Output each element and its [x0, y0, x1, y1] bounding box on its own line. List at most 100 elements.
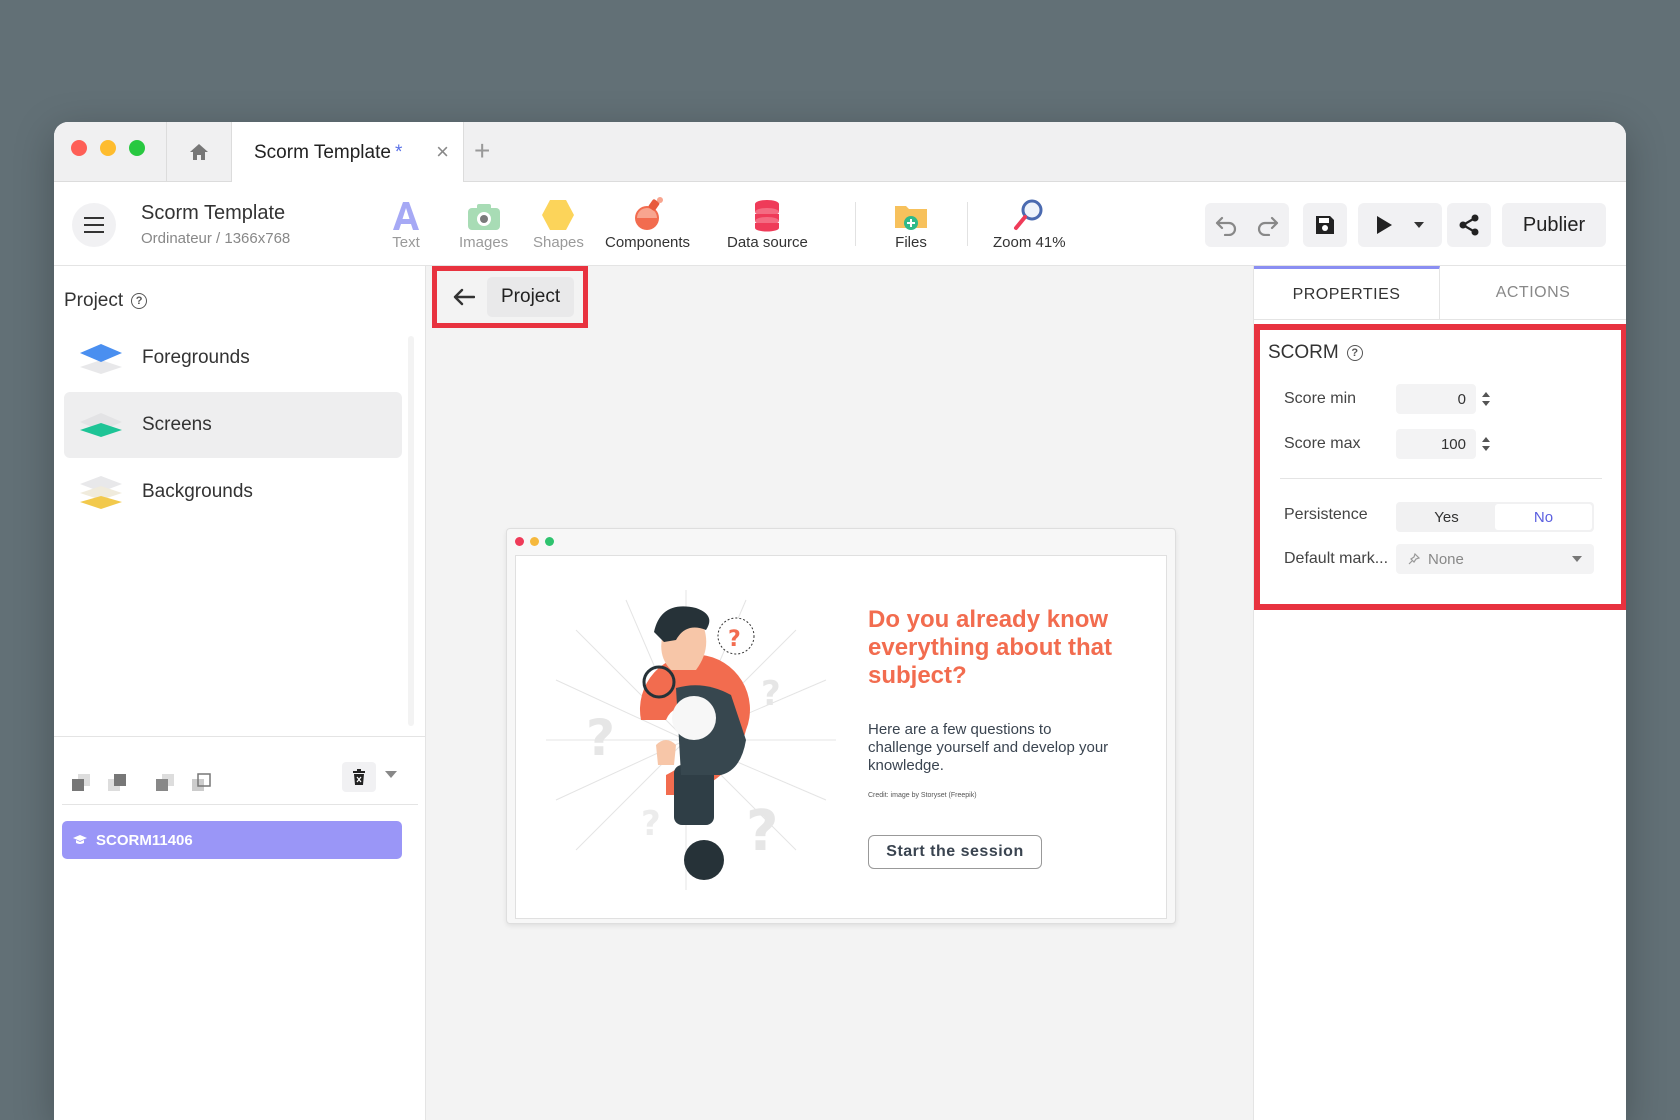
thinking-person-illustration: ? ? ? ? ? — [546, 590, 836, 890]
project-navigation: Project — [432, 266, 588, 328]
undo-icon[interactable] — [1214, 214, 1238, 236]
graduation-cap-icon — [73, 835, 87, 844]
chevron-down-icon[interactable] — [1413, 221, 1425, 229]
panel-title: Project ? — [64, 290, 148, 312]
text-tool[interactable]: Text — [392, 196, 420, 251]
maximize-window-button[interactable] — [129, 140, 145, 156]
score-min-input[interactable]: 0 — [1396, 384, 1476, 414]
send-backward-icon[interactable] — [106, 771, 128, 793]
save-button[interactable] — [1303, 203, 1347, 247]
camera-icon — [466, 196, 502, 232]
undo-redo-group — [1205, 203, 1289, 247]
svg-text:?: ? — [746, 799, 778, 864]
score-min-label: Score min — [1284, 390, 1357, 407]
delete-button[interactable] — [342, 762, 376, 792]
database-icon — [753, 196, 781, 232]
trash-icon — [353, 769, 365, 785]
play-icon — [1377, 216, 1392, 234]
score-max-label: Score max — [1284, 435, 1361, 452]
image-credit: Credit: image by Storyset (Freepik) — [868, 792, 977, 799]
new-tab-button[interactable]: + — [474, 136, 490, 166]
app-window: Scorm Template * × + Scorm Template Ordi… — [54, 122, 1626, 1120]
window-controls — [71, 140, 145, 156]
hexagon-icon — [540, 196, 576, 232]
default-marker-label: Default mark... — [1284, 550, 1389, 567]
svg-text:?: ? — [761, 674, 781, 714]
tab-actions[interactable]: ACTIONS — [1440, 266, 1626, 320]
sidebar-item-backgrounds[interactable]: Backgrounds — [64, 459, 402, 525]
layers-blue-icon — [80, 344, 122, 374]
properties-panel: PROPERTIES ACTIONS SCORM ? Score min 0 S… — [1253, 266, 1626, 1120]
bring-forward-icon[interactable] — [154, 771, 176, 793]
save-icon — [1316, 216, 1334, 234]
project-resolution: Ordinateur / 1366x768 — [141, 230, 291, 247]
arrange-tools — [70, 771, 212, 793]
close-tab-icon[interactable]: × — [436, 141, 449, 163]
unsaved-indicator: * — [394, 141, 403, 163]
persistence-label: Persistence — [1284, 506, 1368, 523]
toolbar: Scorm Template Ordinateur / 1366x768 Tex… — [54, 182, 1626, 266]
redo-icon[interactable] — [1256, 214, 1280, 236]
sidebar-item-screens[interactable]: Screens — [64, 392, 402, 458]
section-divider — [1280, 478, 1602, 479]
sidebar-item-foregrounds[interactable]: Foregrounds — [64, 325, 402, 391]
images-tool[interactable]: Images — [459, 196, 508, 251]
zoom-tool[interactable]: Zoom 41% — [993, 196, 1066, 251]
preview-window-dots — [515, 537, 554, 546]
persistence-toggle: Yes No — [1396, 502, 1594, 532]
preview-slide: ? ? ? ? ? Do you already know everything… — [515, 555, 1167, 919]
data-source-tool[interactable]: Data source — [727, 196, 808, 251]
publish-button[interactable]: Publier — [1502, 203, 1606, 247]
hamburger-menu-button[interactable] — [72, 203, 116, 247]
svg-text:?: ? — [728, 627, 741, 652]
project-button[interactable]: Project — [487, 277, 575, 317]
score-min-stepper[interactable] — [1480, 384, 1492, 414]
svg-text:?: ? — [586, 709, 615, 767]
score-max-stepper[interactable] — [1480, 429, 1492, 459]
project-panel: Project ? Foregrounds Screens Background… — [54, 266, 426, 1120]
layers-yellow-icon — [80, 476, 122, 509]
screen-preview[interactable]: ? ? ? ? ? Do you already know everything… — [506, 528, 1176, 924]
potion-icon — [630, 196, 666, 232]
minimize-window-button[interactable] — [100, 140, 116, 156]
scorm-settings-section: SCORM ? Score min 0 Score max 100 Persis… — [1254, 324, 1626, 610]
tab-properties[interactable]: PROPERTIES — [1254, 266, 1440, 320]
components-tool[interactable]: Components — [605, 196, 690, 251]
share-button[interactable] — [1447, 203, 1491, 247]
send-to-back-icon[interactable] — [70, 771, 92, 793]
list-item-scorm-object[interactable]: SCORM11406 — [62, 821, 402, 859]
start-session-button[interactable]: Start the session — [868, 835, 1042, 869]
slide-body-text: Here are a few questions to challenge yo… — [868, 721, 1109, 774]
tab-title: Scorm Template — [254, 141, 391, 163]
editor-canvas[interactable]: Project ? ? ? ? ? Do you already know ev… — [426, 266, 1253, 1120]
tab-scorm-template[interactable]: Scorm Template * × — [232, 122, 464, 183]
default-marker-select[interactable]: None — [1396, 544, 1594, 574]
persistence-yes-option[interactable]: Yes — [1398, 504, 1495, 530]
home-tab[interactable] — [166, 122, 232, 182]
pin-icon — [1408, 553, 1420, 565]
magnifier-icon — [1012, 196, 1046, 232]
layers-green-icon — [80, 413, 122, 437]
panel-divider — [62, 804, 418, 805]
bring-to-front-icon[interactable] — [190, 771, 212, 793]
score-max-input[interactable]: 100 — [1396, 429, 1476, 459]
home-icon — [190, 144, 208, 160]
toolbar-divider — [855, 202, 856, 246]
panel-scrollbar[interactable] — [408, 336, 414, 726]
close-window-button[interactable] — [71, 140, 87, 156]
help-icon[interactable]: ? — [131, 293, 148, 309]
chevron-down-icon — [1572, 556, 1582, 562]
preview-button[interactable] — [1358, 203, 1442, 247]
shapes-tool[interactable]: Shapes — [533, 196, 584, 251]
persistence-no-option[interactable]: No — [1495, 504, 1592, 530]
svg-text:?: ? — [641, 804, 661, 844]
help-icon[interactable]: ? — [1346, 345, 1363, 361]
back-arrow-icon[interactable] — [449, 282, 479, 312]
section-title: SCORM ? — [1268, 342, 1363, 364]
title-bar: Scorm Template * × + — [54, 122, 1626, 183]
files-tool[interactable]: Files — [893, 196, 929, 251]
toolbar-divider — [967, 202, 968, 246]
slide-heading: Do you already know everything about tha… — [868, 606, 1113, 689]
project-title: Scorm Template — [141, 202, 286, 224]
chevron-down-icon[interactable] — [385, 771, 397, 778]
